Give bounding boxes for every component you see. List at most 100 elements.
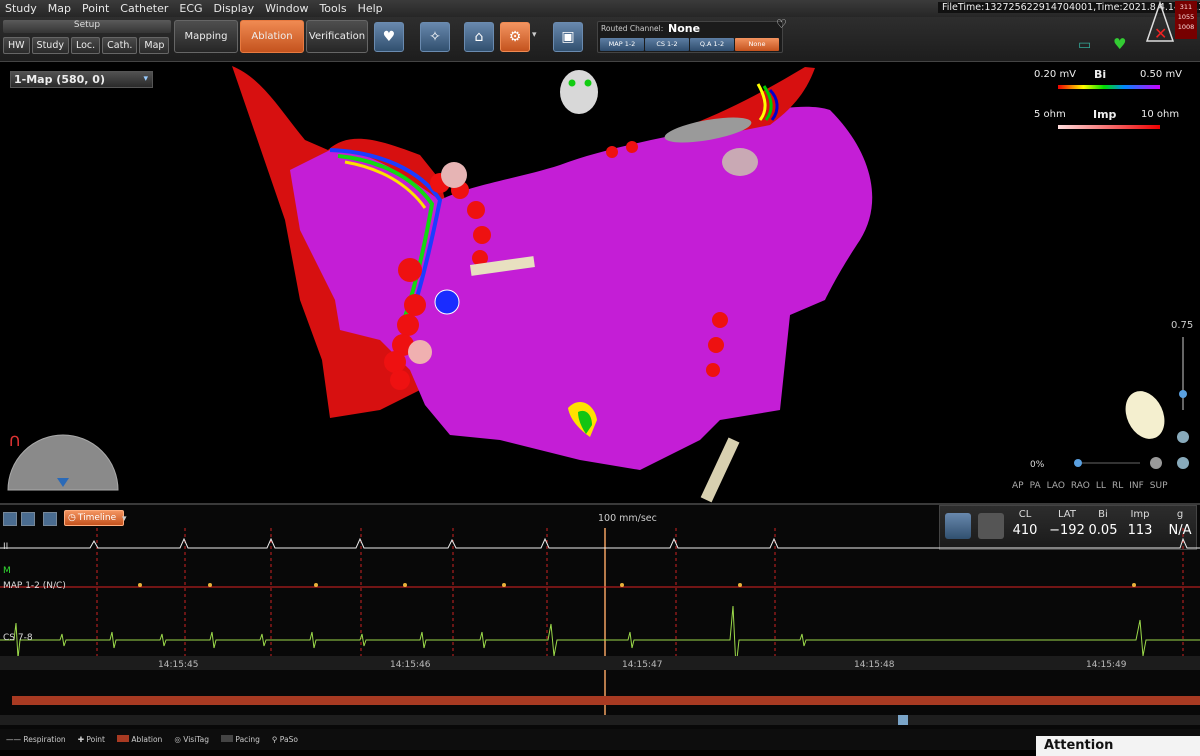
timeline-button[interactable]: ◷ Timeline <box>64 510 124 526</box>
screen-layout-icon[interactable]: ▣ <box>553 22 583 52</box>
collapse-icon[interactable] <box>21 512 35 526</box>
timing-markers <box>96 528 1184 668</box>
bi-legend-max: 0.50 mV <box>1140 69 1183 80</box>
pacing-legend: Pacing <box>221 735 260 744</box>
monitor-icon: ▭ <box>1078 37 1092 53</box>
cath-button[interactable]: Cath. <box>102 37 138 54</box>
time-tick-3: 14:15:47 <box>622 660 663 670</box>
catheter-view-icon[interactable]: ⌂ <box>464 22 494 52</box>
setup-header: Setup <box>3 20 171 33</box>
rotate-button[interactable] <box>1177 431 1189 443</box>
setup-group: Setup HW Study Loc. Cath. Map <box>3 20 171 58</box>
mapping-mode-button[interactable]: Mapping <box>174 20 238 53</box>
point-label: Point <box>86 735 105 744</box>
heart-add-icon[interactable]: ♥ <box>374 22 404 52</box>
menu-map[interactable]: Map <box>43 2 77 15</box>
map-button[interactable]: Map <box>139 37 170 54</box>
zoom-percent: 0% <box>1030 460 1045 470</box>
lead-ii-trace <box>0 537 1200 549</box>
view-rao-button[interactable]: RAO <box>1071 481 1090 491</box>
ablation-timeline-bar <box>12 696 1200 705</box>
scale-slider-thumb[interactable] <box>1179 390 1187 398</box>
time-tick-1: 14:15:45 <box>158 660 199 670</box>
settings-icon[interactable] <box>43 512 57 526</box>
menu-window[interactable]: Window <box>260 2 314 15</box>
heart-monitor-icon: ♥ <box>1113 35 1127 53</box>
view-pa-button[interactable]: PA <box>1030 481 1041 491</box>
time-tick-5: 14:15:49 <box>1086 660 1127 670</box>
map-selector-label: 1-Map (580, 0) <box>14 73 105 86</box>
channel-map-button[interactable]: MAP 1-2 <box>600 38 644 51</box>
sphere-view-button[interactable] <box>1150 457 1162 469</box>
camera-settings-icon[interactable]: ⚙ <box>500 22 530 52</box>
chevron-down-icon: ▾ <box>143 74 148 84</box>
menu-display[interactable]: Display <box>209 2 261 15</box>
menu-study[interactable]: Study <box>0 2 43 15</box>
svg-text:✕: ✕ <box>1154 24 1167 43</box>
ecg-traces <box>0 528 1200 725</box>
pacing-label: Pacing <box>235 735 260 744</box>
chevron-down-icon[interactable]: ▾ <box>122 514 127 524</box>
info-lat-header: LAT <box>1058 509 1076 520</box>
counter-3: 1008 <box>1177 23 1195 31</box>
ablation-legend: Ablation <box>116 735 162 744</box>
time-tick-4: 14:15:48 <box>854 660 895 670</box>
view-lao-button[interactable]: LAO <box>1047 481 1065 491</box>
menu-ecg[interactable]: ECG <box>174 2 208 15</box>
point-legend: ✚ Point <box>77 735 105 744</box>
imp-legend-name: Imp <box>1093 108 1117 121</box>
respiration-label: Respiration <box>23 735 66 744</box>
expand-icon[interactable] <box>3 512 17 526</box>
counter-1: 311 <box>1179 3 1193 11</box>
channel-qa-button[interactable]: Q.A 1-2 <box>690 38 734 51</box>
compass-icon[interactable]: ✧ <box>420 22 450 52</box>
view-ll-button[interactable]: LL <box>1096 481 1106 491</box>
loc-button[interactable]: Loc. <box>70 37 101 54</box>
view-inf-button[interactable]: INF <box>1129 481 1144 491</box>
timeline-scroll-thumb[interactable] <box>898 715 908 725</box>
channel-none-button[interactable]: None <box>735 38 779 51</box>
routed-channel-label: Routed Channel: <box>601 24 664 33</box>
menu-point[interactable]: Point <box>77 2 115 15</box>
ablation-mode-button[interactable]: Ablation <box>240 20 304 53</box>
view-ap-button[interactable]: AP <box>1012 481 1024 491</box>
bi-legend-name: Bi <box>1094 68 1107 81</box>
menu-catheter[interactable]: Catheter <box>115 2 174 15</box>
attention-banner[interactable]: Attention <box>1036 736 1200 756</box>
reset-view-button[interactable] <box>1177 457 1189 469</box>
orientation-head-icon <box>560 70 598 114</box>
scale-value: 0.75 <box>1171 320 1194 331</box>
heart-status-icon: ♡ <box>776 17 787 31</box>
channel-ii-label: II <box>3 542 9 552</box>
hw-button[interactable]: HW <box>3 37 30 54</box>
verification-mode-button[interactable]: Verification <box>306 20 368 53</box>
imp-legend-max: 10 ohm <box>1141 109 1180 120</box>
timeline-scrollbar[interactable] <box>0 715 1200 725</box>
chevron-down-icon[interactable]: ▾ <box>532 30 537 40</box>
routed-channel-panel: Routed Channel: None MAP 1-2 CS 1-2 Q.A … <box>597 21 783 53</box>
3d-map-view[interactable]: ∩ <box>0 62 1200 503</box>
channel-cs-button[interactable]: CS 1-2 <box>645 38 689 51</box>
info-cl-header: CL <box>1018 509 1032 520</box>
cardiac-map-render[interactable]: ∩ <box>0 62 1200 503</box>
info-bi-header: Bi <box>1098 509 1108 520</box>
info-g-header: g <box>1176 509 1184 520</box>
channel-map-label: MAP 1-2 (N/C) <box>3 581 66 591</box>
view-presets: AP PA LAO RAO LL RL INF SUP <box>1012 481 1168 491</box>
imp-legend-min: 5 ohm <box>1034 109 1066 120</box>
visitag-legend: ◎ VisiTag <box>174 735 209 744</box>
view-rl-button[interactable]: RL <box>1112 481 1123 491</box>
map-selector[interactable]: 1-Map (580, 0) ▾ <box>10 71 153 88</box>
sweep-speed: 100 mm/sec <box>598 513 657 524</box>
time-tick-2: 14:15:46 <box>390 660 431 670</box>
status-counter-box: 311 1055 1008 <box>1175 1 1197 39</box>
study-button[interactable]: Study <box>31 37 69 54</box>
bi-legend-min: 0.20 mV <box>1034 69 1077 80</box>
menu-tools[interactable]: Tools <box>314 2 352 15</box>
zoom-slider-thumb[interactable] <box>1074 459 1082 467</box>
menu-help[interactable]: Help <box>353 2 389 15</box>
paso-label: PaSo <box>279 735 298 744</box>
info-imp-header: Imp <box>1130 509 1150 520</box>
view-sup-button[interactable]: SUP <box>1150 481 1168 491</box>
clock-icon: ◷ <box>68 513 76 523</box>
